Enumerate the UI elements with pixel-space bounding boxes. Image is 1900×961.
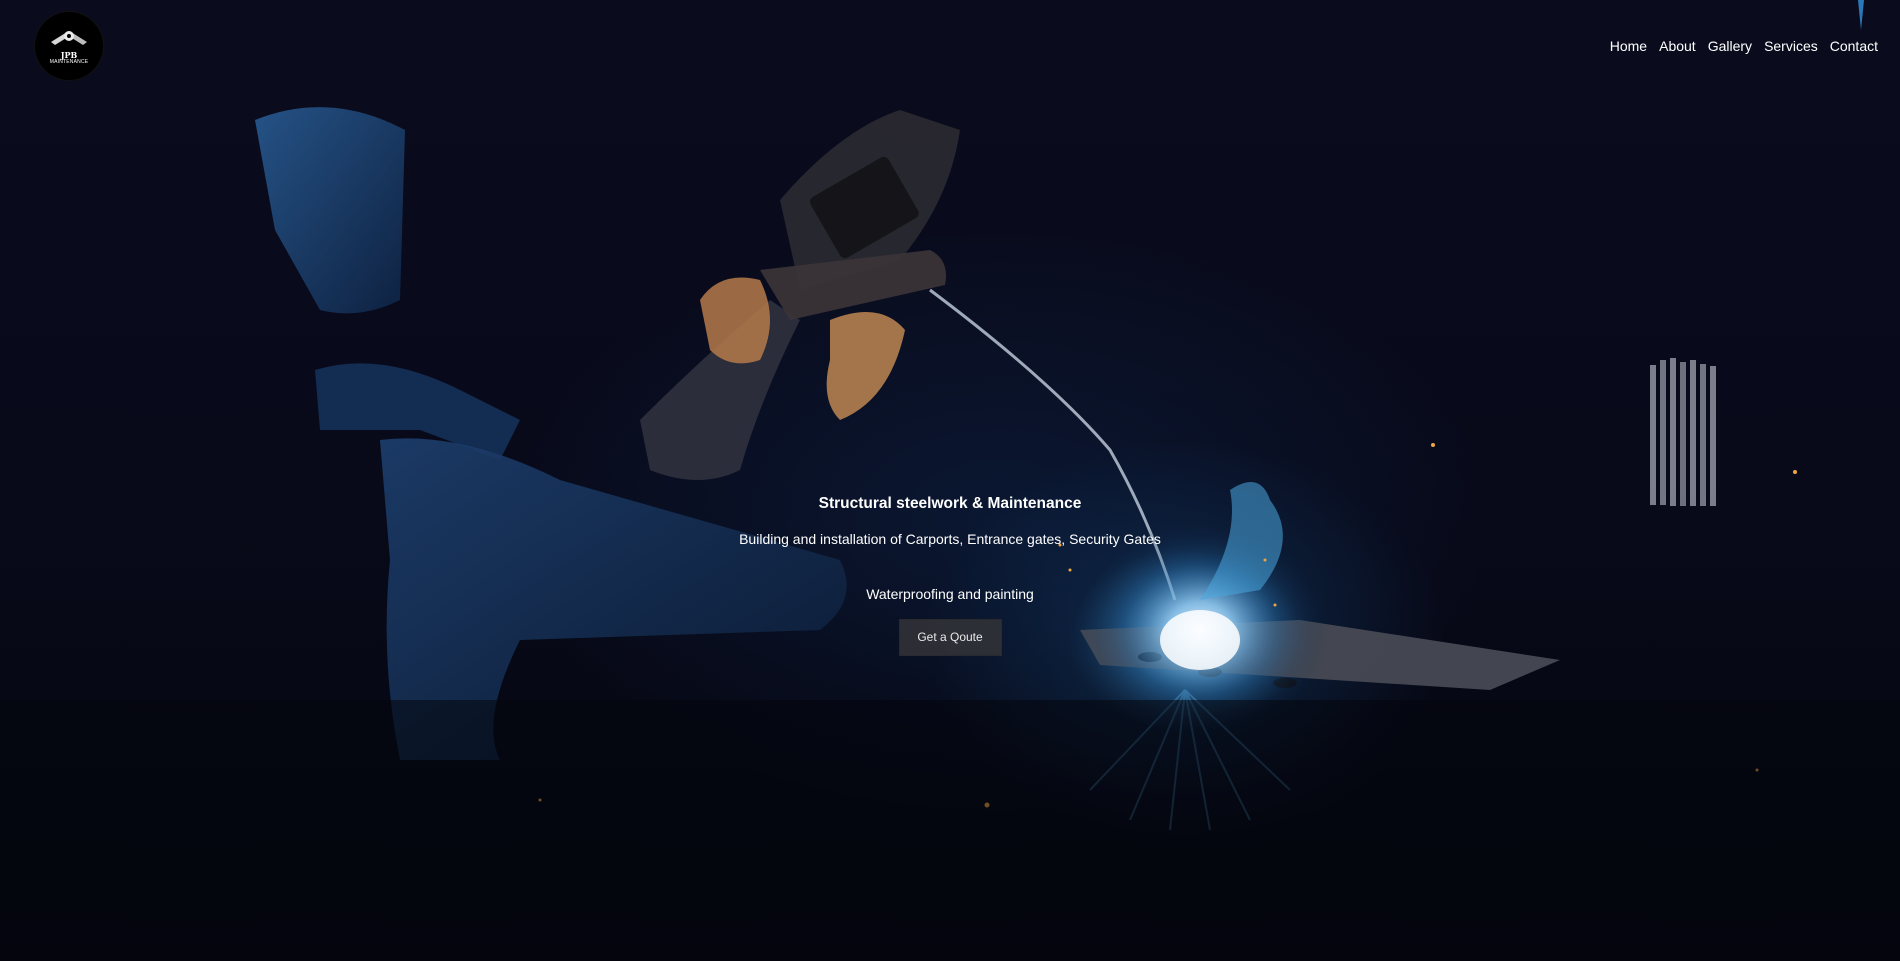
brand-logo[interactable]: JPB MAINTENANCE [35, 12, 103, 80]
logo-text: JPB [60, 49, 78, 60]
get-quote-button[interactable]: Get a Qoute [898, 619, 1002, 656]
nav-gallery[interactable]: Gallery [1708, 38, 1752, 54]
nav-home[interactable]: Home [1610, 38, 1647, 54]
hero-headline: Structural steelwork & Maintenance [818, 495, 1082, 512]
hero-section: JPB MAINTENANCE Home About Gallery Servi… [0, 0, 1900, 961]
welder-background-image [0, 0, 1900, 961]
main-nav: Home About Gallery Services Contact [1610, 38, 1878, 54]
hero-subline-secondary: Waterproofing and painting [866, 586, 1034, 602]
logo-subtext: MAINTENANCE [49, 58, 89, 65]
nav-services[interactable]: Services [1764, 38, 1818, 54]
nav-contact[interactable]: Contact [1830, 38, 1878, 54]
hero-subline: Building and installation of Carports, E… [739, 531, 1161, 547]
hero-content: Structural steelwork & Maintenance Build… [0, 495, 1900, 656]
nav-about[interactable]: About [1659, 38, 1696, 54]
tools-emblem-icon [51, 30, 87, 45]
